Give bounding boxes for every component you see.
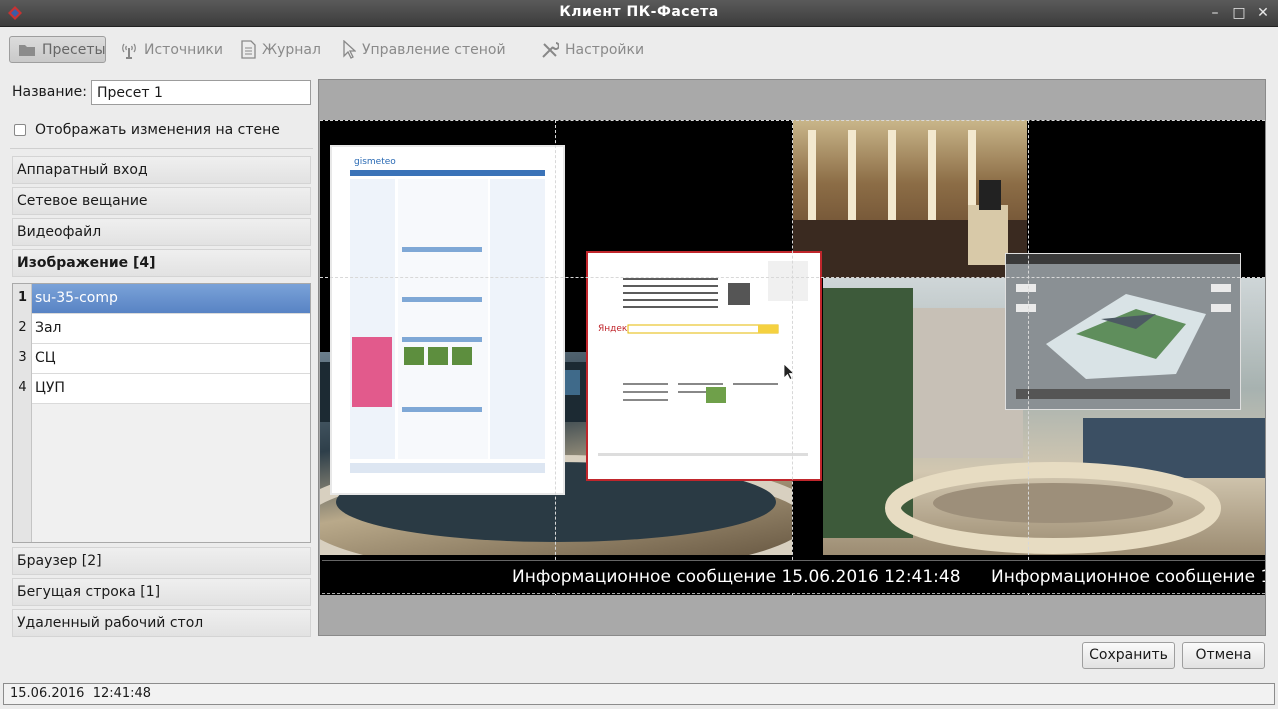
svg-text:Яндекс: Яндекс <box>598 324 632 334</box>
show-changes-checkbox[interactable] <box>14 124 26 136</box>
category-image[interactable]: Изображение [4] <box>12 249 311 277</box>
category-remote-desktop[interactable]: Удаленный рабочий стол <box>12 609 311 637</box>
wall-grid-line <box>555 120 556 595</box>
show-changes-label: Отображать изменения на стене <box>35 122 280 138</box>
row-name: Зал <box>32 314 310 344</box>
list-item[interactable]: 4 ЦУП <box>13 374 310 404</box>
tab-wall-control[interactable]: Управление стеной <box>334 36 514 63</box>
hall-picture <box>793 130 1027 278</box>
tab-sources-label: Источники <box>144 41 223 58</box>
gismeteo-browser-window[interactable]: gismeteo <box>330 145 565 495</box>
window-title: Клиент ПК-Фасета <box>559 4 719 20</box>
tab-journal[interactable]: Журнал <box>232 36 329 63</box>
wall-grid-line <box>320 277 1265 278</box>
ticker-text: Информационное сообщение 15.06.2016 12:4… <box>512 567 961 587</box>
wall-preview[interactable]: gismeteo Яндекс Информационное сообщение… <box>318 79 1266 636</box>
status-datetime: 15.06.2016 12:41:48 <box>10 686 152 701</box>
category-video-file[interactable]: Видеофайл <box>12 218 311 246</box>
category-ticker[interactable]: Бегущая строка [1] <box>12 578 311 606</box>
antenna-icon <box>122 43 136 59</box>
cursor-icon <box>343 40 356 59</box>
tab-settings-label: Настройки <box>565 41 645 58</box>
title-bar: Клиент ПК-Фасета – □ ✕ <box>0 0 1278 27</box>
video-wall[interactable]: gismeteo Яндекс Информационное сообщение… <box>320 120 1265 595</box>
tab-presets[interactable]: Пресеты <box>9 36 106 63</box>
row-name: СЦ <box>32 344 310 374</box>
row-name: ЦУП <box>32 374 310 404</box>
wall-grid-line <box>320 120 1265 121</box>
list-item[interactable]: 3 СЦ <box>13 344 310 374</box>
tab-wall-control-label: Управление стеной <box>362 41 506 58</box>
yandex-browser-window[interactable]: Яндекс <box>586 251 822 481</box>
folder-icon <box>19 44 35 56</box>
ticker-text-repeat: Информационное сообщение 15.06.2016 12:4… <box>991 567 1265 587</box>
minimize-icon[interactable]: – <box>1206 3 1224 23</box>
list-item[interactable]: 1 su-35-comp <box>13 284 310 314</box>
maximize-icon[interactable]: □ <box>1230 3 1248 23</box>
tab-presets-label: Пресеты <box>42 41 106 58</box>
save-button[interactable]: Сохранить <box>1082 642 1175 669</box>
cancel-button[interactable]: Отмена <box>1182 642 1265 669</box>
row-name: su-35-comp <box>32 284 310 314</box>
wall-grid-line <box>792 120 793 595</box>
image-list[interactable]: 1 su-35-comp 2 Зал 3 СЦ 4 ЦУП <box>12 283 311 543</box>
row-number: 4 <box>18 380 27 395</box>
row-number: 2 <box>18 320 27 335</box>
svg-text:gismeteo: gismeteo <box>354 157 396 167</box>
close-icon[interactable]: ✕ <box>1254 3 1272 23</box>
category-browser[interactable]: Браузер [2] <box>12 547 311 575</box>
category-network-stream[interactable]: Сетевое вещание <box>12 187 311 215</box>
tab-journal-label: Журнал <box>262 41 321 58</box>
status-bar: 15.06.2016 12:41:48 <box>3 683 1275 705</box>
list-item[interactable]: 2 Зал <box>13 314 310 344</box>
preset-panel: Название: Отображать изменения на стене … <box>10 78 313 638</box>
hall-photo[interactable] <box>793 120 1027 278</box>
show-changes-row[interactable]: Отображать изменения на стене <box>14 122 280 138</box>
row-number: 1 <box>17 290 28 305</box>
gismeteo-page-picture: gismeteo <box>350 151 545 473</box>
name-label: Название: <box>12 84 87 100</box>
mouse-cursor-icon <box>783 363 795 381</box>
category-hardware-input[interactable]: Аппаратный вход <box>12 156 311 184</box>
document-icon <box>241 40 256 59</box>
divider <box>10 148 313 149</box>
ticker-strip[interactable]: Информационное сообщение 15.06.2016 12:4… <box>322 560 1265 594</box>
tools-icon <box>542 41 559 58</box>
tab-settings[interactable]: Настройки <box>533 36 652 63</box>
tab-sources[interactable]: Источники <box>112 36 231 63</box>
row-number: 3 <box>18 350 27 365</box>
preset-name-input[interactable] <box>91 80 311 105</box>
main-toolbar: Пресеты Источники Журнал Управление стен… <box>0 28 1278 70</box>
wall-grid-line <box>1028 120 1029 595</box>
